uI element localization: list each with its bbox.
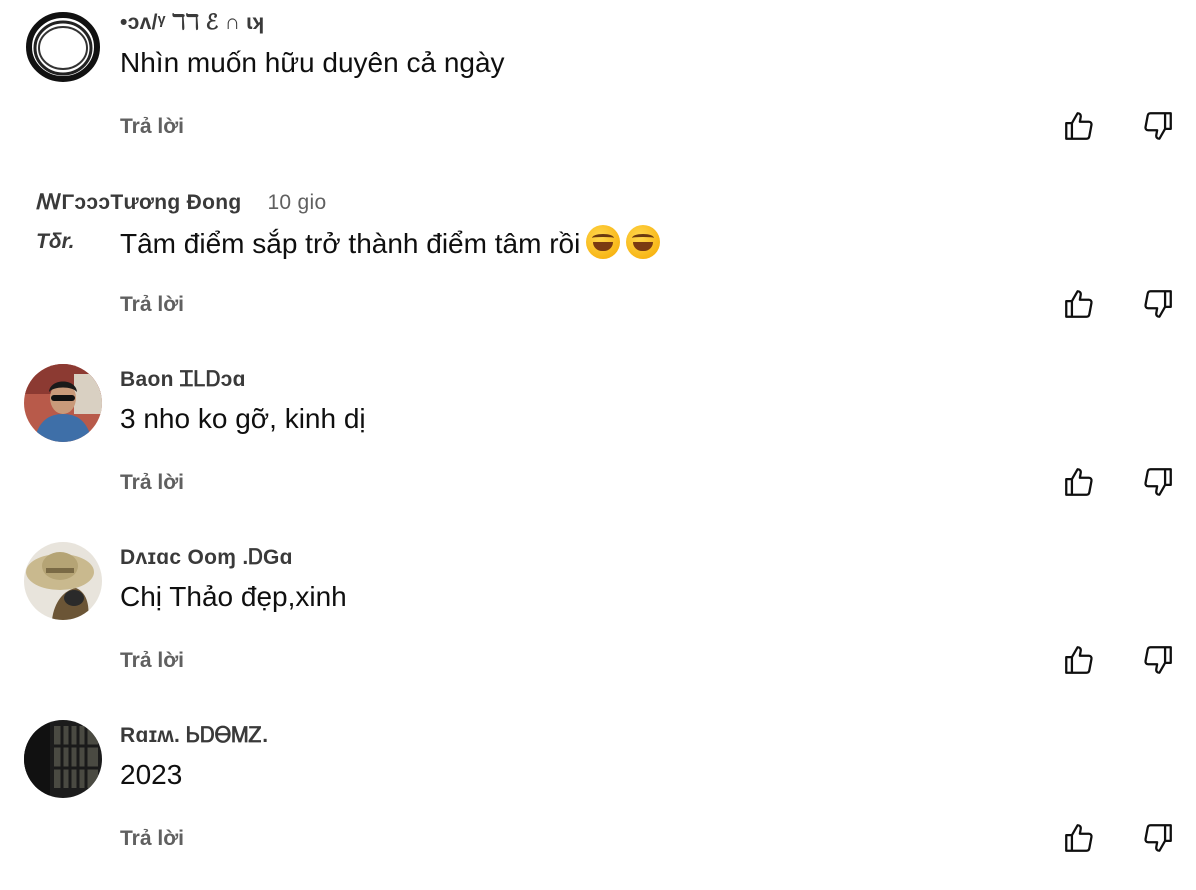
thumbs-down-icon xyxy=(1144,824,1172,852)
comment-text: 3 nho ko gỡ, kinh dị xyxy=(120,403,366,434)
comment-author[interactable]: ꟿΓɔɔɔTương Đong 10 gio xyxy=(36,190,326,215)
thumbs-up-icon xyxy=(1065,290,1093,318)
thumbs-up-icon xyxy=(1065,468,1093,496)
like-button[interactable] xyxy=(1062,109,1096,143)
reply-button[interactable]: Trả lời xyxy=(120,293,184,317)
comment-item: Dᴧɪɑc Ooɱ .ᎠGɑ Chị Thảo đẹp,xinh Trả lời xyxy=(0,534,1196,712)
comment-item: Tδr. ꟿΓɔɔɔTương Đong 10 gio Tâm điểm sắp … xyxy=(0,178,1196,356)
comment-author[interactable]: Dᴧɪɑc Ooɱ .ᎠGɑ xyxy=(120,546,293,570)
thumbs-down-icon xyxy=(1144,290,1172,318)
avatar[interactable] xyxy=(24,720,102,798)
thumbs-up-icon xyxy=(1065,824,1093,852)
comment-item: Baon ᏆᏞᎠɔɑ 3 nho ko gỡ, kinh dị Trả lời xyxy=(0,356,1196,534)
reply-button[interactable]: Trả lời xyxy=(120,827,184,851)
comment-text-content: Tâm điểm sắp trở thành điểm tâm rồi xyxy=(120,228,581,259)
like-button[interactable] xyxy=(1062,821,1096,855)
thumbs-down-icon xyxy=(1144,468,1172,496)
thumbs-up-icon xyxy=(1065,646,1093,674)
comment-text: Nhìn muốn hữu duyên cả ngày xyxy=(120,47,505,78)
dislike-button[interactable] xyxy=(1141,465,1175,499)
comment-author[interactable]: Rɑɪʍ. ᏏᎠᎾᎷᏃ. xyxy=(120,724,268,748)
dislike-button[interactable] xyxy=(1141,109,1175,143)
rolling-laughing-emoji-icon xyxy=(586,225,621,259)
window-avatar-icon xyxy=(24,720,102,798)
avatar[interactable] xyxy=(24,542,102,620)
thumbs-down-icon xyxy=(1144,646,1172,674)
thumbs-up-icon xyxy=(1065,112,1093,140)
author-name[interactable]: ꟿΓɔɔɔTương Đong xyxy=(36,191,241,214)
comment-item: Rɑɪʍ. ᏏᎠᎾᎷᏃ. 2023 Trả lời xyxy=(0,712,1196,890)
dislike-button[interactable] xyxy=(1141,821,1175,855)
reply-button[interactable]: Trả lời xyxy=(120,115,184,139)
comment-author[interactable]: •ɔʌ/ᵞ ℸℸ ℰ ∩ ɩʞ xyxy=(120,10,265,35)
like-button[interactable] xyxy=(1062,287,1096,321)
hat-avatar-icon xyxy=(24,542,102,620)
comment-time: 10 gio xyxy=(267,191,327,214)
comment-text: Chị Thảo đẹp,xinh xyxy=(120,581,347,612)
like-button[interactable] xyxy=(1062,643,1096,677)
person-avatar-icon xyxy=(24,364,102,442)
comment-text: Tâm điểm sắp trở thành điểm tâm rồi xyxy=(120,225,661,260)
ring-avatar-icon xyxy=(24,8,102,86)
avatar-placeholder-label: Tδr. xyxy=(36,230,75,253)
dislike-button[interactable] xyxy=(1141,287,1175,321)
dislike-button[interactable] xyxy=(1141,643,1175,677)
comment-item: •ɔʌ/ᵞ ℸℸ ℰ ∩ ɩʞ Nhìn muốn hữu duyên cả n… xyxy=(0,0,1196,178)
reply-button[interactable]: Trả lời xyxy=(120,471,184,495)
thumbs-down-icon xyxy=(1144,112,1172,140)
reply-button[interactable]: Trả lời xyxy=(120,649,184,673)
avatar[interactable] xyxy=(24,8,102,86)
comment-author[interactable]: Baon ᏆᏞᎠɔɑ xyxy=(120,368,246,392)
avatar[interactable] xyxy=(24,364,102,442)
comment-text: 2023 xyxy=(120,759,183,790)
rolling-laughing-emoji-icon xyxy=(626,225,661,259)
like-button[interactable] xyxy=(1062,465,1096,499)
